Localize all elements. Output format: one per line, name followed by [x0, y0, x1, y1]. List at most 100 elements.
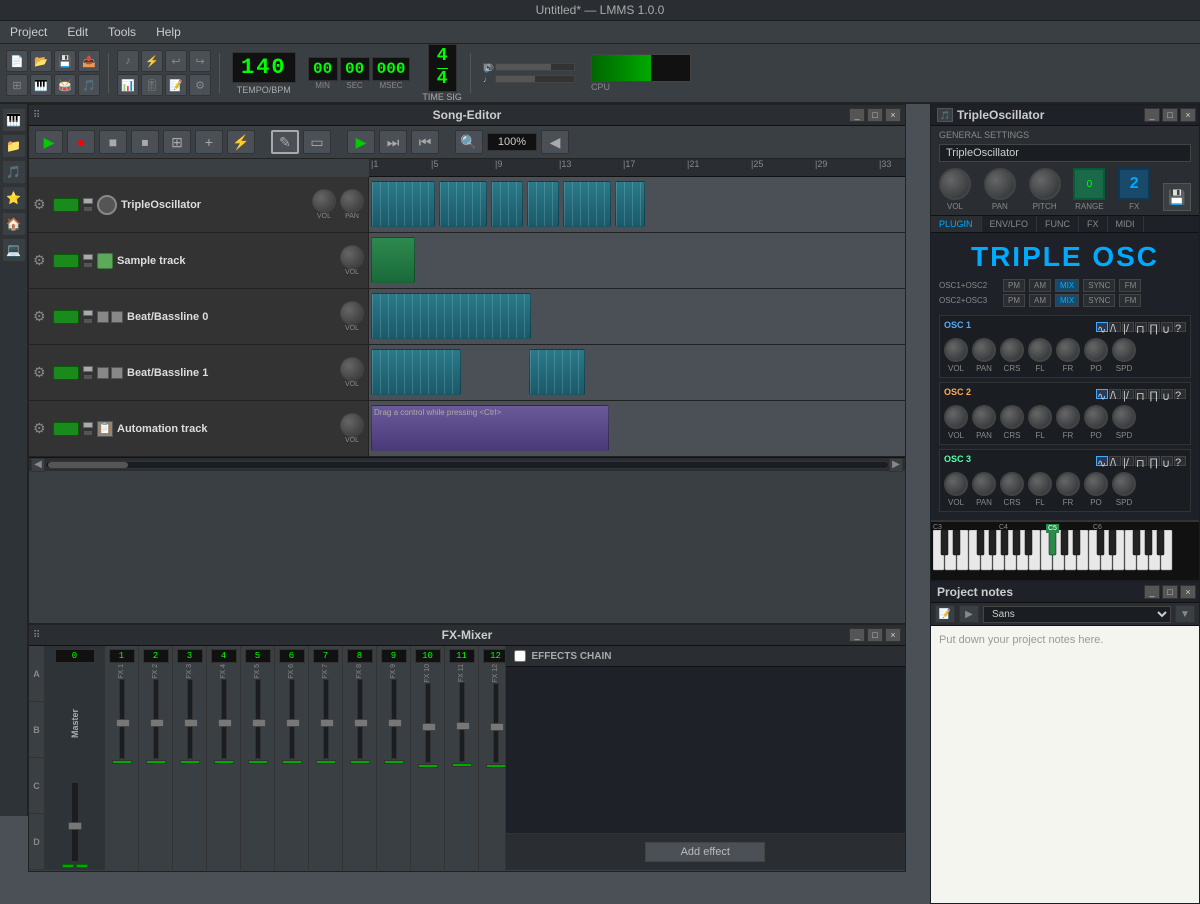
select-tool[interactable]: ▭: [303, 130, 331, 154]
osc1-wave-exp[interactable]: ∪: [1161, 322, 1173, 332]
osc2-wave-exp[interactable]: ∪: [1161, 389, 1173, 399]
song-editor-close[interactable]: ×: [885, 108, 901, 122]
osc2-vol-knob[interactable]: [944, 405, 968, 429]
track-name-4[interactable]: Automation track: [117, 423, 336, 435]
track-content-4[interactable]: Drag a control while pressing <Ctrl>: [369, 401, 905, 456]
track-vol-knob-3[interactable]: [340, 357, 364, 381]
clip[interactable]: [615, 181, 645, 227]
clip[interactable]: [527, 181, 559, 227]
track-name-2[interactable]: Beat/Bassline 0: [127, 311, 336, 323]
fx-fader-handle-2[interactable]: [150, 719, 164, 727]
tempo-display[interactable]: 140: [232, 52, 296, 83]
left-icon-my-samples[interactable]: 🎵: [2, 160, 26, 184]
osc-name-input[interactable]: [939, 144, 1191, 162]
osc3-wave-square[interactable]: ⊓: [1135, 456, 1147, 466]
fx-fader-1[interactable]: [119, 679, 125, 759]
osc3-wave-user[interactable]: ?: [1174, 456, 1186, 466]
fx-fader-10[interactable]: [425, 683, 431, 763]
osc1-wave-saw[interactable]: |/: [1122, 322, 1134, 332]
master-pitch-icon[interactable]: ♩: [483, 75, 491, 84]
add-effect-toolbar-button[interactable]: ⚡: [141, 50, 163, 72]
osc2-wave-user[interactable]: ?: [1174, 389, 1186, 399]
osc-pan-knob[interactable]: [984, 168, 1016, 200]
track-mute-3[interactable]: [53, 366, 79, 380]
clip[interactable]: [371, 237, 415, 283]
osc2-wave-moog[interactable]: ∏: [1148, 389, 1160, 399]
left-icon-instruments[interactable]: 🎹: [2, 108, 26, 132]
menu-tools[interactable]: Tools: [102, 23, 142, 41]
track-content-1[interactable]: [369, 233, 905, 288]
piano-keys-svg[interactable]: [933, 530, 1173, 580]
osc1-wave-tri[interactable]: /\: [1109, 322, 1121, 332]
stop-button[interactable]: ■: [99, 130, 127, 154]
add-bb-track-button[interactable]: ⊞: [163, 130, 191, 154]
fx-fader-handle-10[interactable]: [422, 723, 436, 731]
fx-fader-7[interactable]: [323, 679, 329, 759]
tab-midi[interactable]: MIDI: [1108, 216, 1144, 232]
song-editor-maximize[interactable]: □: [867, 108, 883, 122]
sample-button[interactable]: 🎵: [78, 74, 100, 96]
osc1-wave-user[interactable]: ?: [1174, 322, 1186, 332]
clip[interactable]: [371, 293, 531, 339]
osc2-po-knob[interactable]: [1084, 405, 1108, 429]
fx-fader-handle-1[interactable]: [116, 719, 130, 727]
fx-fader-handle-6[interactable]: [286, 719, 300, 727]
tab-plugin[interactable]: PLUGIN: [931, 216, 982, 232]
track-mute-1[interactable]: [53, 254, 79, 268]
clip[interactable]: [529, 349, 585, 395]
left-icon-computer[interactable]: 💻: [2, 238, 26, 262]
track-content-0[interactable]: [369, 177, 905, 232]
osc3-po-knob[interactable]: [1084, 472, 1108, 496]
left-icon-home[interactable]: 🏠: [2, 212, 26, 236]
osc1-wave-moog[interactable]: ∏: [1148, 322, 1160, 332]
fx-fader-8[interactable]: [357, 679, 363, 759]
track-gear-1[interactable]: ⚙: [33, 252, 49, 269]
add-sample-track-button[interactable]: +: [195, 130, 223, 154]
stop-rewind-button[interactable]: ⏹: [131, 130, 159, 154]
fx-fader-5[interactable]: [255, 679, 261, 759]
osc3-crs-knob[interactable]: [1000, 472, 1024, 496]
scroll-left-button[interactable]: ◀: [31, 458, 45, 472]
fx-mixer-maximize[interactable]: □: [867, 628, 883, 642]
triple-osc-maximize[interactable]: □: [1162, 108, 1178, 122]
notes-arrow-btn[interactable]: ▶: [959, 605, 979, 623]
track-gear-2[interactable]: ⚙: [33, 308, 49, 325]
nav-start-button[interactable]: ⏮: [411, 130, 439, 154]
nav-end-button[interactable]: ⏭: [379, 130, 407, 154]
mod-sync-2[interactable]: SYNC: [1083, 294, 1115, 307]
clip[interactable]: [371, 181, 435, 227]
track-name-3[interactable]: Beat/Bassline 1: [127, 367, 336, 379]
mod-am-1[interactable]: AM: [1029, 279, 1051, 292]
mod-mix-2[interactable]: MIX: [1055, 294, 1079, 307]
piano-roll-button[interactable]: 🎹: [30, 74, 52, 96]
track-gear-3[interactable]: ⚙: [33, 364, 49, 381]
add-effect-button[interactable]: Add effect: [645, 842, 765, 862]
undo-button[interactable]: ↩: [165, 50, 187, 72]
menu-edit[interactable]: Edit: [61, 23, 94, 41]
notes-dropdown-btn[interactable]: ▼: [1175, 605, 1195, 623]
triple-osc-close[interactable]: ×: [1180, 108, 1196, 122]
osc3-wave-exp[interactable]: ∪: [1161, 456, 1173, 466]
track-content-2[interactable]: [369, 289, 905, 344]
effects-chain-checkbox[interactable]: [514, 650, 526, 662]
osc1-po-knob[interactable]: [1084, 338, 1108, 362]
left-icon-my-projects[interactable]: 📁: [2, 134, 26, 158]
osc3-wave-moog[interactable]: ∏: [1148, 456, 1160, 466]
notes-icon-btn[interactable]: 📝: [935, 605, 955, 623]
track-vol-knob-0[interactable]: [312, 189, 336, 213]
tab-func[interactable]: FUNC: [1037, 216, 1079, 232]
clip[interactable]: [491, 181, 523, 227]
fx-fader-handle-11[interactable]: [456, 722, 470, 730]
fx-fader-11[interactable]: [459, 682, 465, 762]
project-notes-maximize[interactable]: □: [1162, 585, 1178, 599]
song-scrollbar-h-thumb[interactable]: [48, 462, 128, 468]
osc3-vol-knob[interactable]: [944, 472, 968, 496]
scroll-right-button[interactable]: ▶: [889, 458, 903, 472]
fx-fader-handle-8[interactable]: [354, 719, 368, 727]
osc2-pan-knob[interactable]: [972, 405, 996, 429]
fx-fader-handle-4[interactable]: [218, 719, 232, 727]
osc2-fr-knob[interactable]: [1056, 405, 1080, 429]
clip[interactable]: [371, 349, 461, 395]
fx-fader-handle-3[interactable]: [184, 719, 198, 727]
redo-button[interactable]: ↪: [189, 50, 211, 72]
